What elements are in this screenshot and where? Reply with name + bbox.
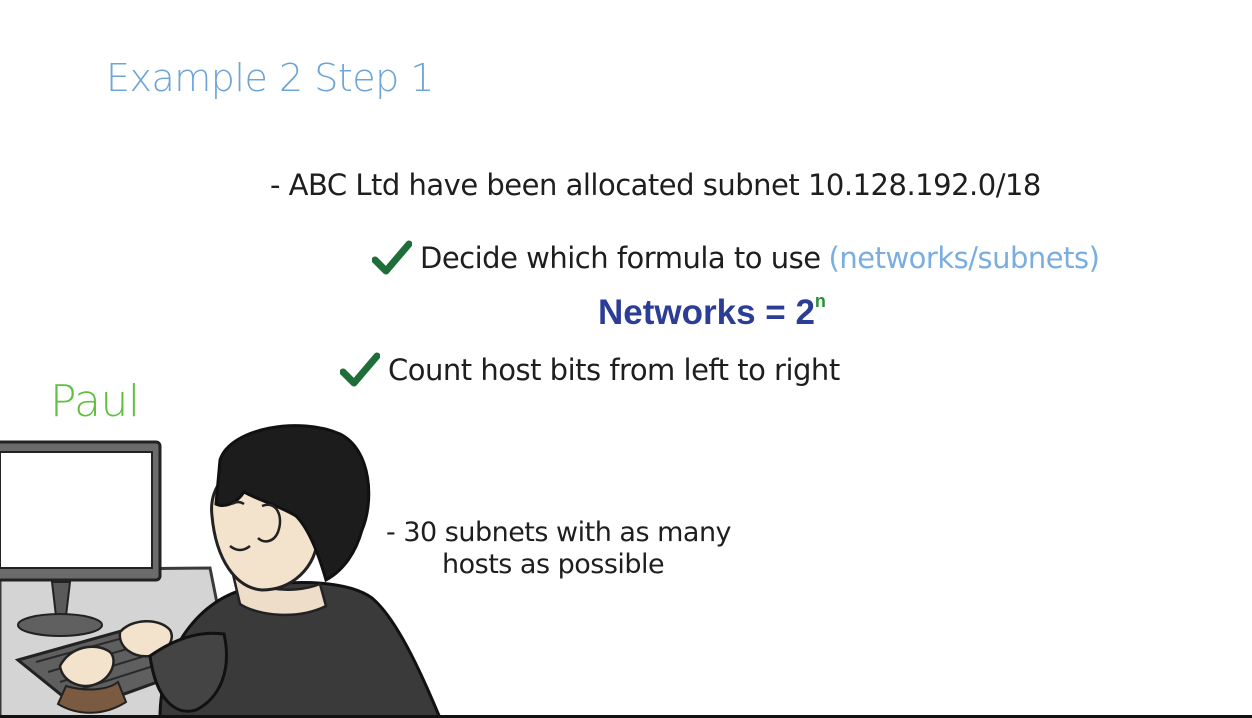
check-mark-icon (372, 240, 412, 275)
step-count-host-bits-label: Count host bits from left to right (388, 353, 840, 387)
check-mark-icon (340, 352, 380, 387)
formula-exponent: n (814, 291, 826, 312)
step-decide-formula: Decide which formula to use (networks/su… (372, 240, 1100, 276)
step-decide-formula-label: Decide which formula to use (420, 241, 821, 275)
networks-formula: Networks = 2n (598, 291, 826, 333)
slide-canvas: Example 2 Step 1 - ABC Ltd have been all… (0, 0, 1252, 718)
allocation-statement: - ABC Ltd have been allocated subnet 10.… (270, 168, 1041, 202)
formula-base: Networks = 2 (598, 293, 815, 332)
step-count-host-bits: Count host bits from left to right (340, 352, 840, 388)
paul-at-computer-illustration (0, 424, 442, 718)
slide-title: Example 2 Step 1 (106, 56, 434, 100)
formula-hint: (networks/subnets) (828, 241, 1100, 275)
